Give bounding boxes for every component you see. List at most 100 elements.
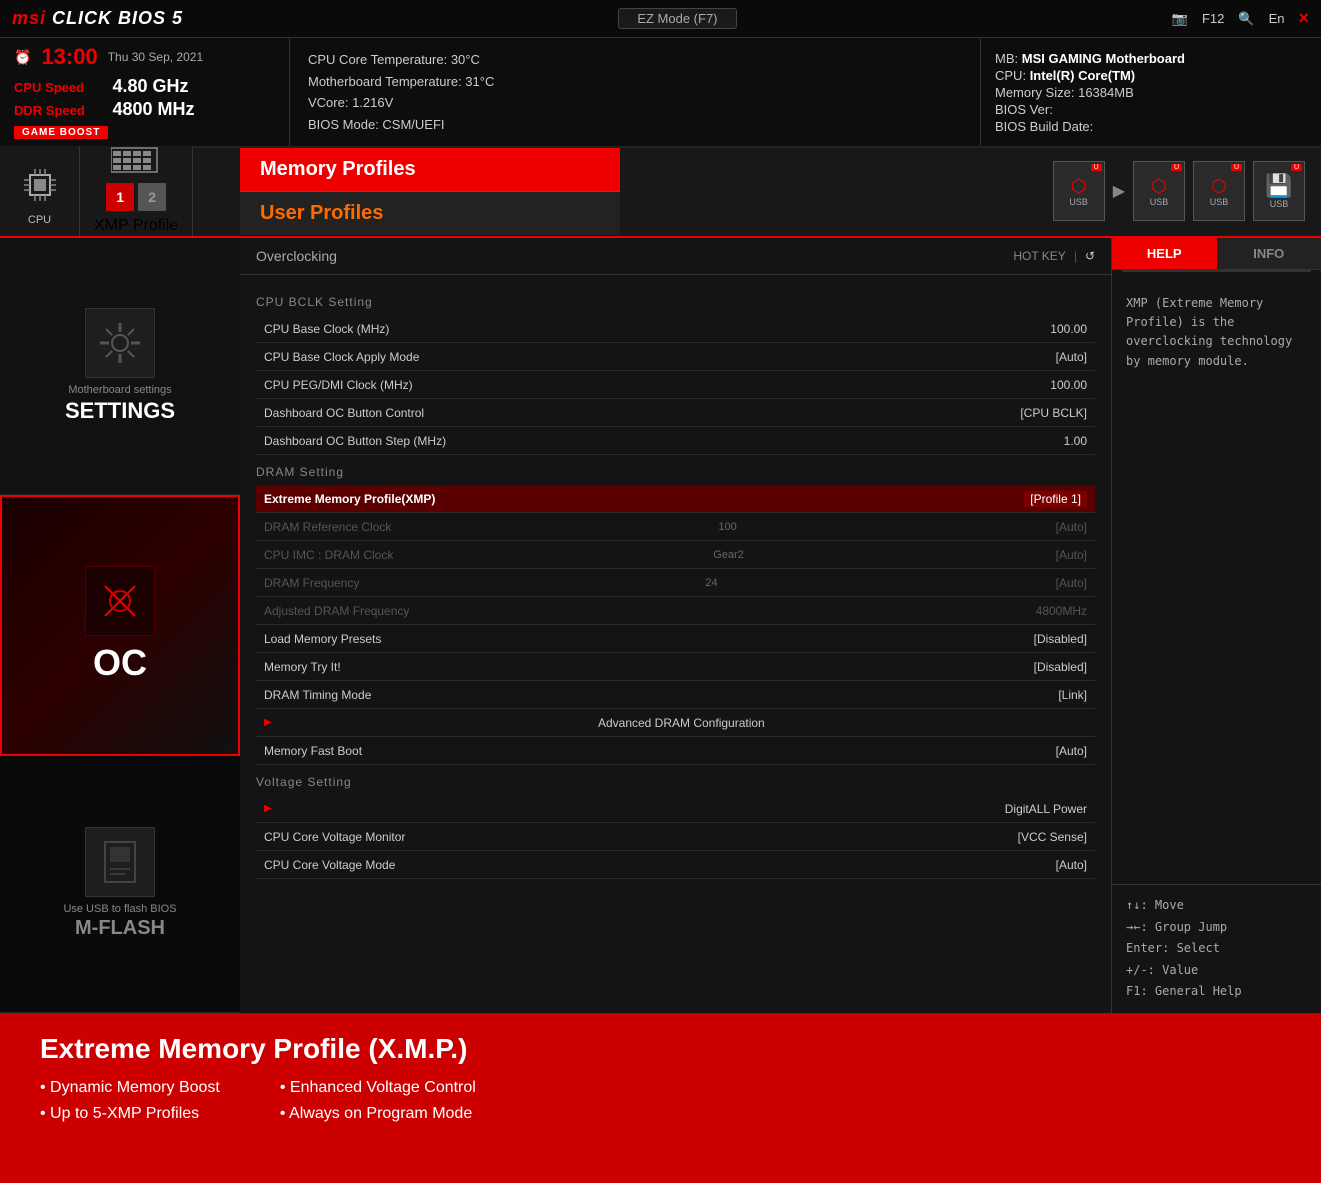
- mem-fast-boot-val: [Auto]: [1056, 744, 1087, 758]
- row-cpu-imc-dram[interactable]: CPU IMC : DRAM Clock Gear2 [Auto]: [256, 541, 1095, 569]
- f12-label[interactable]: F12: [1202, 11, 1224, 26]
- screenshot-icon[interactable]: 📷: [1172, 11, 1188, 27]
- close-button[interactable]: ×: [1298, 8, 1309, 29]
- feature-item-4: • Always on Program Mode: [280, 1105, 476, 1123]
- row-cpu-core-volt-mode[interactable]: CPU Core Voltage Mode [Auto]: [256, 851, 1095, 879]
- digitall-power-label: DigitALL Power: [1005, 802, 1087, 816]
- user-profiles-tab[interactable]: User Profiles: [240, 191, 620, 235]
- help-tab-info[interactable]: INFO: [1217, 238, 1321, 269]
- cpu-speed-label: CPU Speed: [14, 80, 104, 95]
- dram-timing-mode-label: DRAM Timing Mode: [264, 688, 371, 702]
- cpu-value: Intel(R) Core(TM): [1030, 68, 1135, 83]
- dram-ref-clk-val: [Auto]: [1056, 520, 1087, 534]
- cpu-imc-dram-val: [Auto]: [1056, 548, 1087, 562]
- sidebar-item-settings[interactable]: Motherboard settings SETTINGS: [0, 238, 240, 495]
- cpu-base-clock-apply-label: CPU Base Clock Apply Mode: [264, 350, 419, 364]
- cpu-core-volt-mode-label: CPU Core Voltage Mode: [264, 858, 395, 872]
- cpu-imc-dram-label: CPU IMC : DRAM Clock: [264, 548, 393, 562]
- key-group-jump: →←: Group Jump: [1126, 917, 1307, 939]
- usb-symbol-1: ⬡: [1071, 176, 1087, 197]
- sidebar-item-oc[interactable]: OC: [0, 495, 240, 755]
- mb-temp: Motherboard Temperature: 31°C: [308, 72, 962, 92]
- memory-profiles-tab[interactable]: Memory Profiles: [240, 148, 620, 191]
- mem-try-it-label: Memory Try It!: [264, 660, 341, 674]
- mb-label: MB:: [995, 51, 1018, 66]
- row-cpu-base-clock-apply[interactable]: CPU Base Clock Apply Mode [Auto]: [256, 343, 1095, 371]
- usb-icon-4[interactable]: U 💾 USB: [1253, 161, 1305, 221]
- usb-badge-2: U: [1171, 164, 1182, 171]
- help-keys: ↑↓: Move →←: Group Jump Enter: Select +/…: [1112, 884, 1321, 1013]
- dram-freq-label: DRAM Frequency: [264, 576, 359, 590]
- settings-icon: [85, 308, 155, 378]
- settings-sublabel: Motherboard settings: [68, 384, 171, 396]
- usb-label-3: USB: [1210, 197, 1229, 207]
- bottom-title: Extreme Memory Profile (X.M.P.): [40, 1033, 1281, 1065]
- row-digitall-power[interactable]: ▶ DigitALL Power: [256, 795, 1095, 823]
- game-boost-label[interactable]: GAME BOOST: [14, 126, 108, 139]
- row-cpu-peg-dmi[interactable]: CPU PEG/DMI Clock (MHz) 100.00: [256, 371, 1095, 399]
- xmp-num-1[interactable]: 1: [106, 183, 134, 211]
- hotkey-label: HOT KEY: [1013, 249, 1065, 263]
- mb-value: MSI GAMING Motherboard: [1022, 51, 1185, 66]
- row-cpu-core-volt-monitor[interactable]: CPU Core Voltage Monitor [VCC Sense]: [256, 823, 1095, 851]
- row-cpu-base-clock[interactable]: CPU Base Clock (MHz) 100.00: [256, 315, 1095, 343]
- cpu-core-volt-monitor-label: CPU Core Voltage Monitor: [264, 830, 405, 844]
- usb-symbol-2: ⬡: [1151, 176, 1167, 197]
- mflash-main-label: M-FLASH: [75, 917, 165, 940]
- cpu-icon: [22, 167, 58, 210]
- row-mem-try-it[interactable]: Memory Try It! [Disabled]: [256, 653, 1095, 681]
- row-dram-timing-mode[interactable]: DRAM Timing Mode [Link]: [256, 681, 1095, 709]
- row-dram-freq[interactable]: DRAM Frequency 24 [Auto]: [256, 569, 1095, 597]
- tab-xmp-label: XMP Profile: [94, 217, 178, 235]
- digitall-power-arrow: ▶: [264, 803, 272, 814]
- mem-try-it-val: [Disabled]: [1034, 660, 1087, 674]
- oc-title: Overclocking: [256, 248, 337, 264]
- oc-scroll-area[interactable]: CPU BCLK Setting CPU Base Clock (MHz) 10…: [240, 275, 1111, 1013]
- usb-icon-3[interactable]: U ⬡ USB: [1193, 161, 1245, 221]
- usb-badge-1: U: [1091, 164, 1102, 171]
- key-value: +/-: Value: [1126, 960, 1307, 982]
- tab-cpu-label: CPU: [28, 214, 51, 226]
- logo: msi CLICK BIOS 5: [12, 8, 183, 29]
- cpu-base-clock-label: CPU Base Clock (MHz): [264, 322, 389, 336]
- row-dram-ref-clk[interactable]: DRAM Reference Clock 100 [Auto]: [256, 513, 1095, 541]
- xmp-num-2[interactable]: 2: [138, 183, 166, 211]
- dashboard-oc-step-val: 1.00: [1064, 434, 1087, 448]
- help-divider: [1122, 270, 1311, 272]
- mem-value: 16384MB: [1078, 85, 1134, 100]
- tab-xmp[interactable]: 1 2 XMP Profile: [80, 146, 193, 236]
- usb-label-2: USB: [1150, 197, 1169, 207]
- row-dashboard-oc-button-ctrl[interactable]: Dashboard OC Button Control [CPU BCLK]: [256, 399, 1095, 427]
- feature-item-3: • Enhanced Voltage Control: [280, 1079, 476, 1097]
- sidebar-item-mflash[interactable]: Use USB to flash BIOS M-FLASH: [0, 756, 240, 1013]
- help-panel: HELP INFO XMP (Extreme Memory Profile) i…: [1111, 238, 1321, 1013]
- mflash-icon: [85, 827, 155, 897]
- search-icon[interactable]: 🔍: [1238, 11, 1254, 27]
- bios-ver-label: BIOS Ver:: [995, 102, 1053, 117]
- row-load-mem-presets[interactable]: Load Memory Presets [Disabled]: [256, 625, 1095, 653]
- ddr-speed-label: DDR Speed: [14, 103, 104, 118]
- row-adj-dram-freq: Adjusted DRAM Frequency 4800MHz: [256, 597, 1095, 625]
- cpu-core-volt-mode-val: [Auto]: [1056, 858, 1087, 872]
- row-xmp[interactable]: Extreme Memory Profile(XMP) [Profile 1]: [256, 485, 1095, 513]
- oc-main-label: OC: [93, 642, 147, 684]
- row-adv-dram-config[interactable]: ▶ Advanced DRAM Configuration: [256, 709, 1095, 737]
- usb-badge-3: U: [1231, 164, 1242, 171]
- key-general-help: F1: General Help: [1126, 981, 1307, 1003]
- undo-button[interactable]: ↺: [1085, 249, 1095, 263]
- row-dashboard-oc-step[interactable]: Dashboard OC Button Step (MHz) 1.00: [256, 427, 1095, 455]
- adj-dram-freq-val: 4800MHz: [1036, 604, 1087, 618]
- info-bar: ⏰ 13:00 Thu 30 Sep, 2021 CPU Speed 4.80 …: [0, 38, 1321, 148]
- feature-item-2: • Up to 5-XMP Profiles: [40, 1105, 220, 1123]
- cpu-info: CPU: Intel(R) Core(TM): [995, 68, 1307, 83]
- help-tab-help[interactable]: HELP: [1112, 238, 1217, 269]
- usb-icon-1[interactable]: U ⬡ USB: [1053, 161, 1105, 221]
- top-bar: msi CLICK BIOS 5 EZ Mode (F7) 📷 F12 🔍 En…: [0, 0, 1321, 38]
- ez-mode-button[interactable]: EZ Mode (F7): [618, 8, 736, 29]
- mflash-sublabel: Use USB to flash BIOS: [63, 903, 176, 915]
- row-mem-fast-boot[interactable]: Memory Fast Boot [Auto]: [256, 737, 1095, 765]
- mem-fast-boot-label: Memory Fast Boot: [264, 744, 362, 758]
- lang-selector[interactable]: En: [1269, 11, 1285, 26]
- usb-icon-2[interactable]: U ⬡ USB: [1133, 161, 1185, 221]
- tab-cpu[interactable]: CPU: [0, 146, 80, 236]
